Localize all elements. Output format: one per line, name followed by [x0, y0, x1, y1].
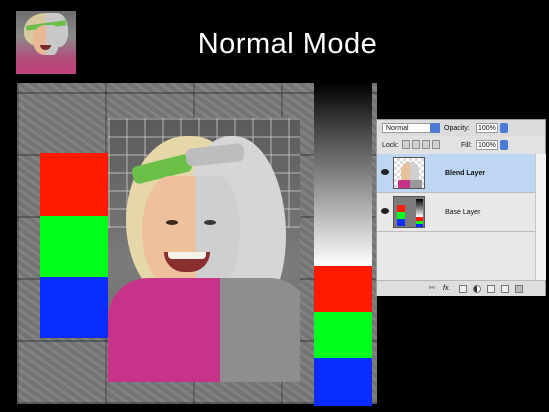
opacity-arrow-icon[interactable]: [500, 123, 508, 133]
left-green-bar: [40, 216, 108, 277]
new-layer-icon[interactable]: [501, 285, 509, 293]
lock-label: Lock:: [382, 142, 399, 149]
group-icon[interactable]: [487, 285, 495, 293]
lock-move-icon[interactable]: [422, 140, 430, 149]
lock-fill-row: Lock: Fill: 100%: [377, 136, 545, 155]
opacity-label: Opacity:: [444, 125, 470, 132]
eye-icon[interactable]: [381, 169, 389, 175]
left-blue-bar: [40, 277, 108, 338]
layers-bottom-toolbar: ⚯ fx.: [377, 280, 545, 296]
eye-right: [204, 220, 216, 225]
eye-left: [166, 220, 178, 225]
base-layer-thumbnail: [393, 196, 425, 228]
fx-icon[interactable]: fx.: [443, 285, 451, 293]
fill-label: Fill:: [461, 142, 472, 149]
left-red-bar: [40, 153, 108, 216]
grayscale-gradient-bar: [314, 83, 372, 266]
right-red-bar: [314, 266, 372, 312]
right-blue-bar: [314, 358, 372, 406]
adjustment-icon[interactable]: [473, 285, 481, 293]
lock-paint-icon[interactable]: [412, 140, 420, 149]
layer-name: Base Layer: [445, 209, 481, 216]
right-green-bar: [314, 312, 372, 358]
layers-scrollbar[interactable]: [535, 154, 546, 280]
layer-name: Blend Layer: [445, 170, 486, 177]
shirt-pink: [108, 278, 224, 382]
blend-options-row: Normal Opacity: 100%: [377, 120, 545, 137]
slide-title: Normal Mode: [197, 28, 378, 60]
link-icon[interactable]: ⚯: [429, 285, 437, 293]
fill-input[interactable]: 100%: [476, 140, 498, 150]
fill-arrow-icon[interactable]: [500, 140, 508, 150]
eye-icon[interactable]: [381, 208, 389, 214]
layers-panel: Normal Opacity: 100% Lock: Fill: 100% Bl…: [376, 119, 546, 296]
blend-mode-dropdown-icon[interactable]: [430, 123, 440, 133]
face-gray: [196, 176, 240, 286]
opacity-input[interactable]: 100%: [476, 123, 498, 133]
mask-icon[interactable]: [459, 285, 467, 293]
layer-row-base[interactable]: Base Layer: [377, 193, 535, 232]
girl-photo: [108, 118, 300, 382]
trash-icon[interactable]: [515, 285, 523, 293]
shirt-gray: [220, 278, 300, 382]
lock-transparency-icon[interactable]: [402, 140, 410, 149]
lock-all-icon[interactable]: [432, 140, 440, 149]
layer-row-blend[interactable]: Blend Layer: [377, 154, 535, 193]
blend-layer-thumbnail: [393, 157, 425, 189]
teeth: [168, 252, 206, 259]
